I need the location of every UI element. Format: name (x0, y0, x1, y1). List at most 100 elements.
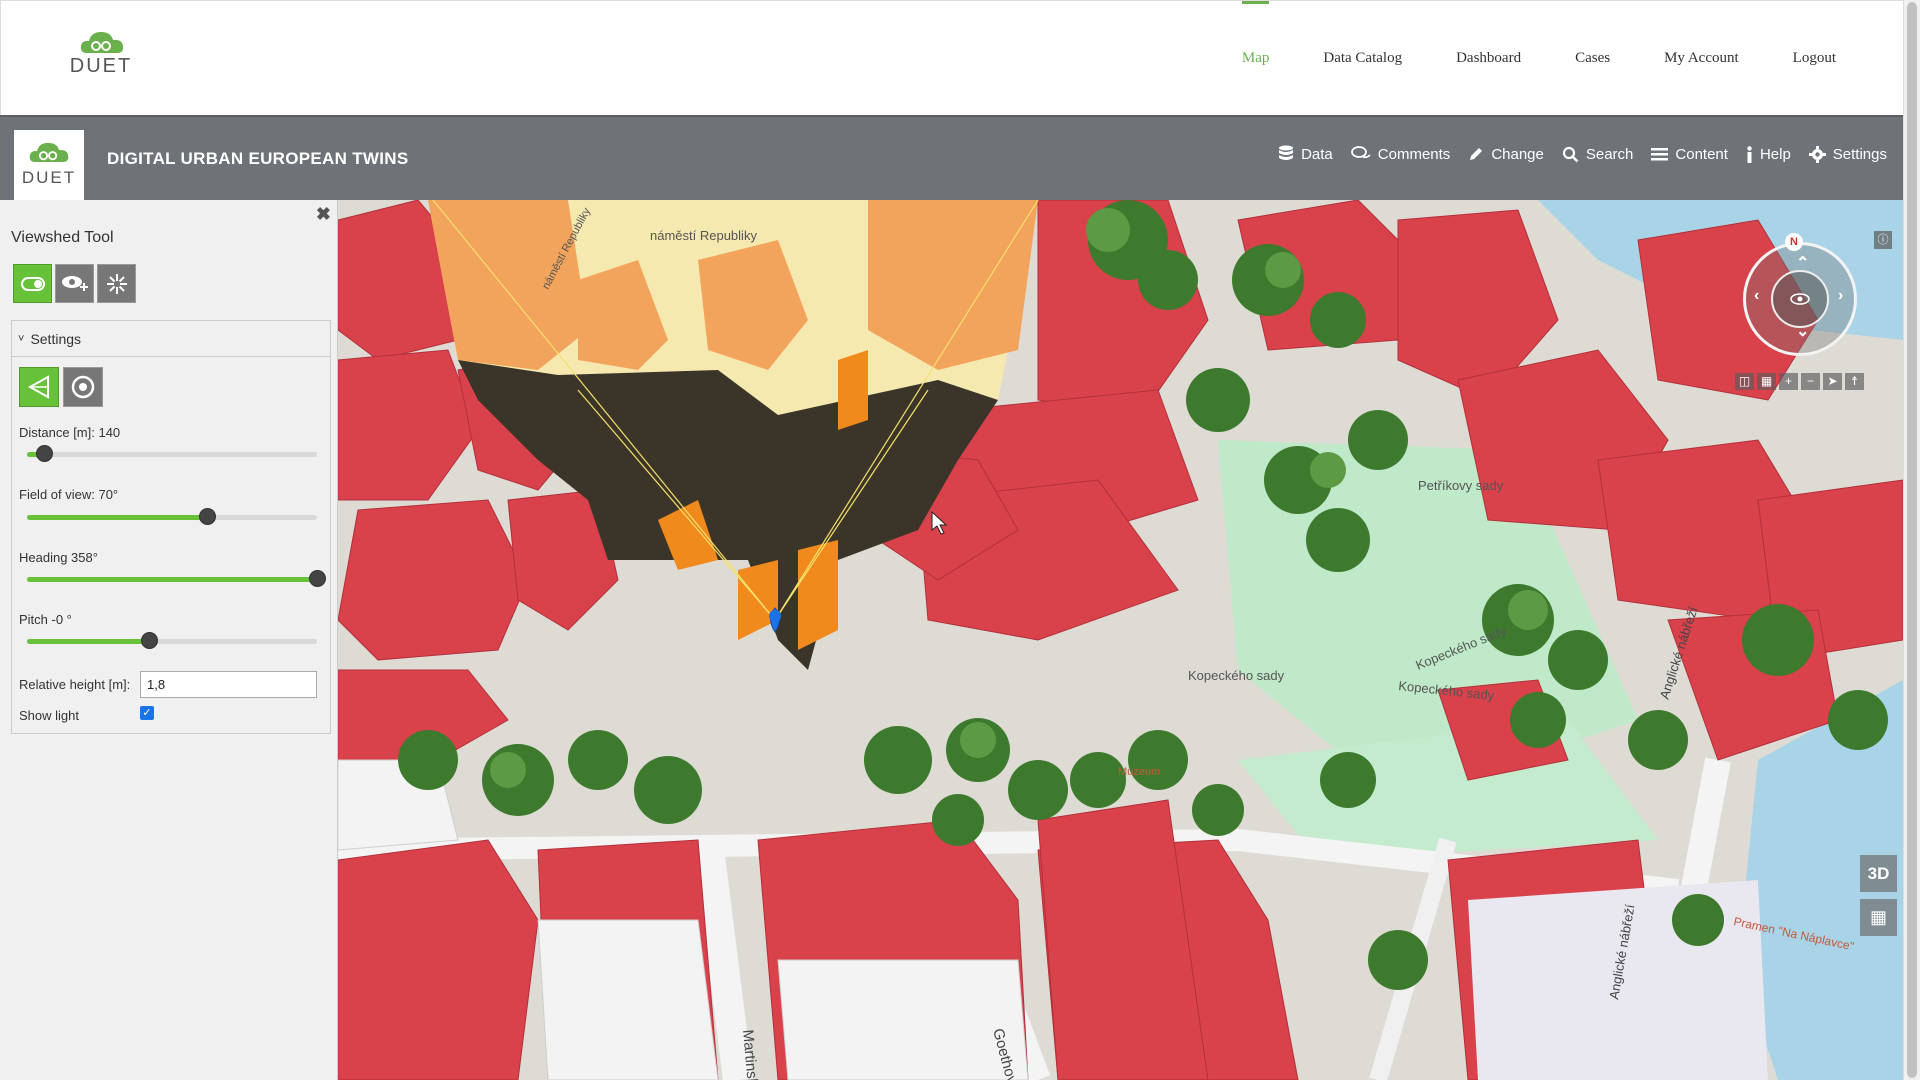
panel-title: Viewshed Tool (11, 229, 114, 246)
nav-map[interactable]: Map (1215, 1, 1297, 116)
view-cone-icon (27, 375, 49, 399)
distance-slider-handle[interactable] (36, 445, 54, 462)
label-square: náměstí Republiky (650, 228, 757, 243)
nav-my-account[interactable]: My Account (1637, 1, 1766, 116)
nav-cases[interactable]: Cases (1548, 1, 1637, 116)
light-source-button[interactable] (97, 264, 136, 303)
nav-dashboard[interactable]: Dashboard (1429, 1, 1548, 116)
tool-change-label: Change (1491, 145, 1544, 163)
tool-help[interactable]: Help (1746, 145, 1791, 163)
show-light-label: Show light (19, 708, 79, 723)
site-header: DUET Map Data Catalog Dashboard Cases My… (0, 0, 1903, 115)
toggle-switch-icon (20, 276, 45, 291)
compass-center[interactable] (1771, 270, 1829, 328)
pitch-slider-handle[interactable] (140, 632, 158, 649)
toggle-3d-button[interactable]: 3D (1860, 855, 1897, 892)
fov-slider-handle[interactable] (198, 508, 216, 525)
heading-label: Heading 358° (19, 550, 98, 565)
compass-north-badge: N (1785, 233, 1803, 251)
gear-icon (1808, 145, 1826, 163)
add-viewpoint-button[interactable] (55, 264, 94, 303)
distance-slider[interactable] (27, 445, 317, 462)
target-icon (71, 375, 95, 399)
site-logo-text: DUET (69, 55, 133, 77)
app-logo[interactable]: DUET (14, 130, 84, 200)
tool-settings-label: Settings (1832, 145, 1887, 163)
fov-slider[interactable] (27, 508, 317, 525)
basemap-grid-icon[interactable]: ▦ (1860, 899, 1897, 936)
chevron-right-icon[interactable]: › (1838, 287, 1843, 305)
cone-mode-button[interactable] (19, 367, 59, 407)
nav-logout[interactable]: Logout (1766, 1, 1863, 116)
pencil-icon (1470, 148, 1483, 160)
settings-section: ˅ Settings Distance [m]: 140 Field of vi… (11, 320, 331, 734)
settings-header[interactable]: ˅ Settings (12, 321, 330, 357)
viewshed-tool-buttons (13, 264, 136, 303)
heading-slider[interactable] (27, 570, 326, 587)
toggle-viewshed-button[interactable] (13, 264, 52, 303)
sunburst-icon (106, 273, 127, 294)
pitch-label: Pitch -0 ° (19, 612, 72, 627)
tool-comments[interactable]: Comments (1350, 145, 1451, 163)
comments-icon (1350, 146, 1371, 159)
pitch-slider-fill (27, 639, 149, 644)
settings-label: Settings (30, 330, 82, 347)
close-icon[interactable]: ✖ (316, 204, 331, 225)
tool-comments-label: Comments (1377, 145, 1451, 163)
tool-data[interactable]: Data (1278, 145, 1333, 163)
scrollbar-thumb[interactable] (1907, 2, 1917, 1078)
info-corner-icon[interactable]: ⓘ (1874, 231, 1892, 249)
app-toolbar: Data Comments Change Search Content Help… (1278, 145, 1887, 163)
tool-content[interactable]: Content (1651, 145, 1728, 163)
pitch-slider[interactable] (27, 632, 317, 649)
circle-mode-button[interactable] (63, 367, 103, 407)
search-icon (1562, 146, 1579, 162)
list-icon (1651, 147, 1669, 160)
zoom-out-icon[interactable]: − (1801, 373, 1820, 390)
relative-height-label: Relative height [m]: (19, 677, 131, 692)
locate-icon[interactable]: ➤ (1823, 373, 1842, 390)
chevron-down-icon: ˅ (18, 332, 25, 345)
pedestrian-icon[interactable]: ☨ (1845, 373, 1864, 390)
tool-search-label: Search (1585, 145, 1634, 163)
show-light-checkbox[interactable]: ✓ (140, 706, 154, 720)
tool-change[interactable]: Change (1468, 145, 1544, 163)
site-logo[interactable]: DUET (69, 27, 133, 77)
tool-content-label: Content (1675, 145, 1728, 163)
label-kopeckeho-2: Kopeckého sady (1188, 668, 1285, 683)
app-title: DIGITAL URBAN EUROPEAN TWINS (107, 149, 409, 168)
navigation-compass[interactable]: ⌃ ⌄ ‹ › (1743, 242, 1857, 356)
cloud-logo-icon (80, 32, 124, 53)
eye-plus-icon (61, 275, 88, 291)
tool-data-label: Data (1301, 145, 1333, 163)
app-logo-text: DUET (21, 168, 77, 187)
distance-label: Distance [m]: 140 (19, 425, 121, 440)
page-scrollbar[interactable] (1903, 0, 1920, 1080)
heading-slider-fill (27, 577, 317, 582)
fov-label: Field of view: 70° (19, 487, 119, 502)
viewshed-panel: ✖ Viewshed Tool ˅ Settings Distance [m]:… (0, 200, 338, 1080)
viewshed-mode-buttons (19, 367, 103, 407)
eye-icon (1790, 293, 1810, 305)
fov-slider-fill (27, 515, 207, 520)
tool-search[interactable]: Search (1562, 145, 1634, 163)
grid-icon[interactable]: ▦ (1757, 373, 1776, 390)
label-museum: Muzeum (1118, 766, 1160, 778)
tilt-icon[interactable]: ◫ (1735, 373, 1754, 390)
map-3d-scene: náměstí Republiky náměstí Republiky Petř… (338, 200, 1903, 1080)
app-bar: DUET DIGITAL URBAN EUROPEAN TWINS Data C… (0, 115, 1903, 200)
label-park: Petříkovy sady (1418, 478, 1504, 493)
tool-settings[interactable]: Settings (1808, 145, 1887, 163)
zoom-in-icon[interactable]: + (1779, 373, 1798, 390)
cloud-logo-icon (29, 142, 69, 163)
heading-slider-handle[interactable] (309, 570, 326, 587)
info-icon (1747, 145, 1752, 163)
tool-help-label: Help (1759, 145, 1791, 163)
relative-height-input[interactable] (140, 671, 317, 698)
database-icon (1279, 145, 1294, 160)
map-viewport[interactable]: náměstí Republiky náměstí Republiky Petř… (338, 200, 1903, 1080)
top-nav: Map Data Catalog Dashboard Cases My Acco… (1215, 1, 1863, 116)
chevron-left-icon[interactable]: ‹ (1754, 287, 1759, 305)
map-mini-controls: ◫ ▦ + − ➤ ☨ (1735, 373, 1864, 390)
nav-data-catalog[interactable]: Data Catalog (1296, 1, 1429, 116)
